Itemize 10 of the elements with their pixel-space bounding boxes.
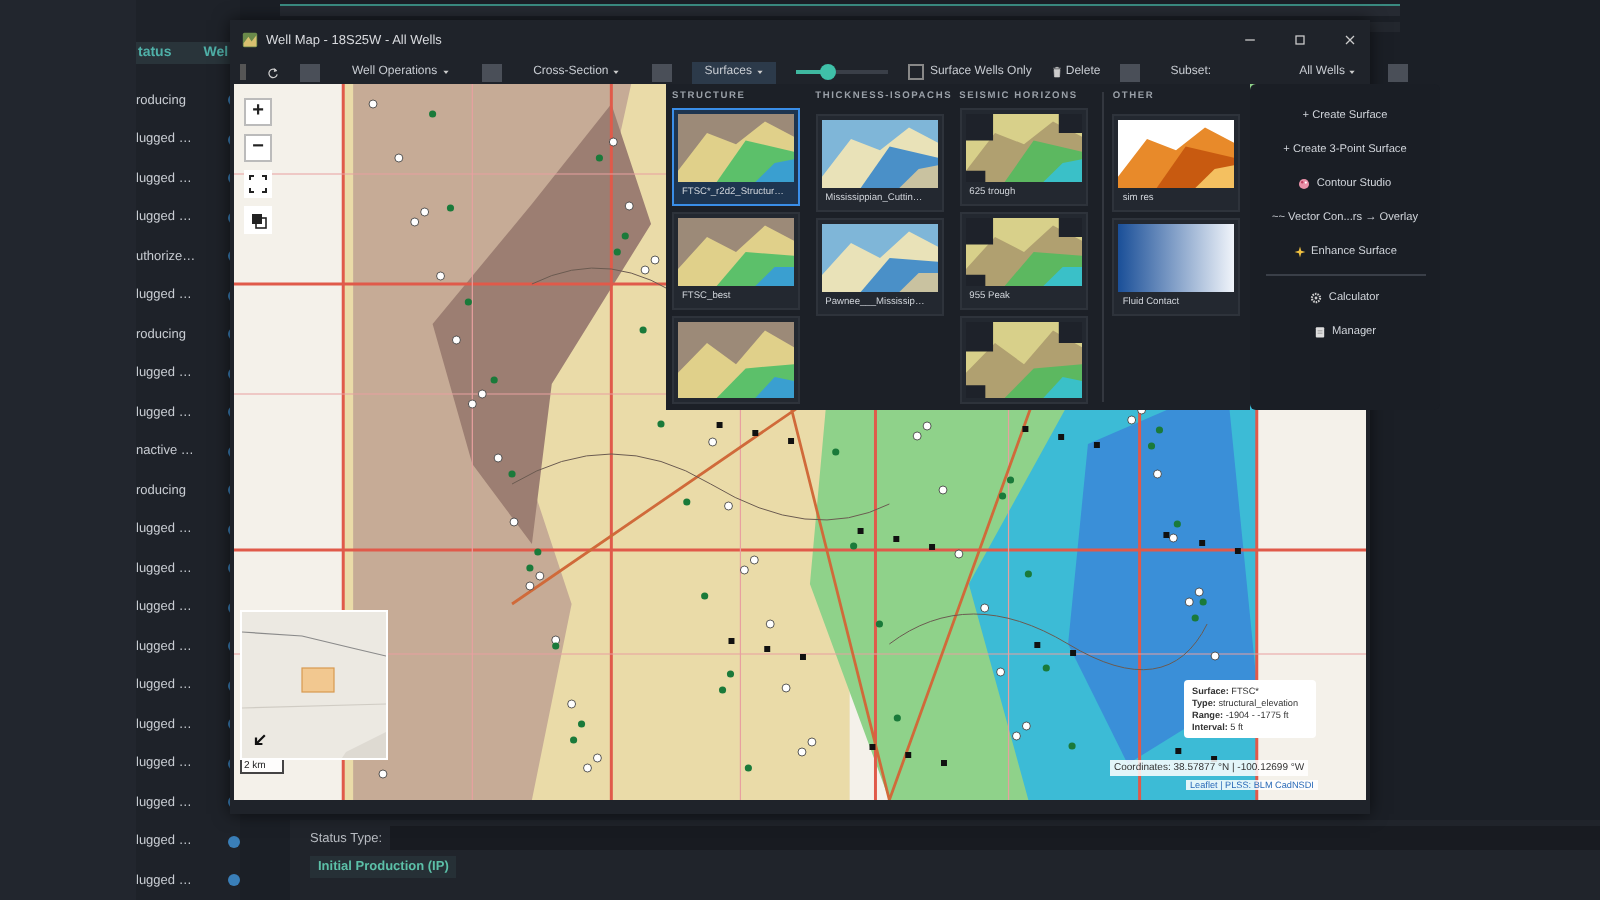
checkbox[interactable] xyxy=(907,64,924,80)
trash-icon xyxy=(1051,66,1062,78)
maximize-icon[interactable] xyxy=(1292,32,1308,48)
drag-handle[interactable] xyxy=(240,64,246,80)
close-icon[interactable] xyxy=(1342,32,1358,48)
map-icon xyxy=(242,32,258,48)
status-dot xyxy=(228,835,240,848)
slider-thumb[interactable] xyxy=(820,64,837,80)
refresh-icon[interactable] xyxy=(266,65,280,79)
status-dot xyxy=(228,874,240,887)
